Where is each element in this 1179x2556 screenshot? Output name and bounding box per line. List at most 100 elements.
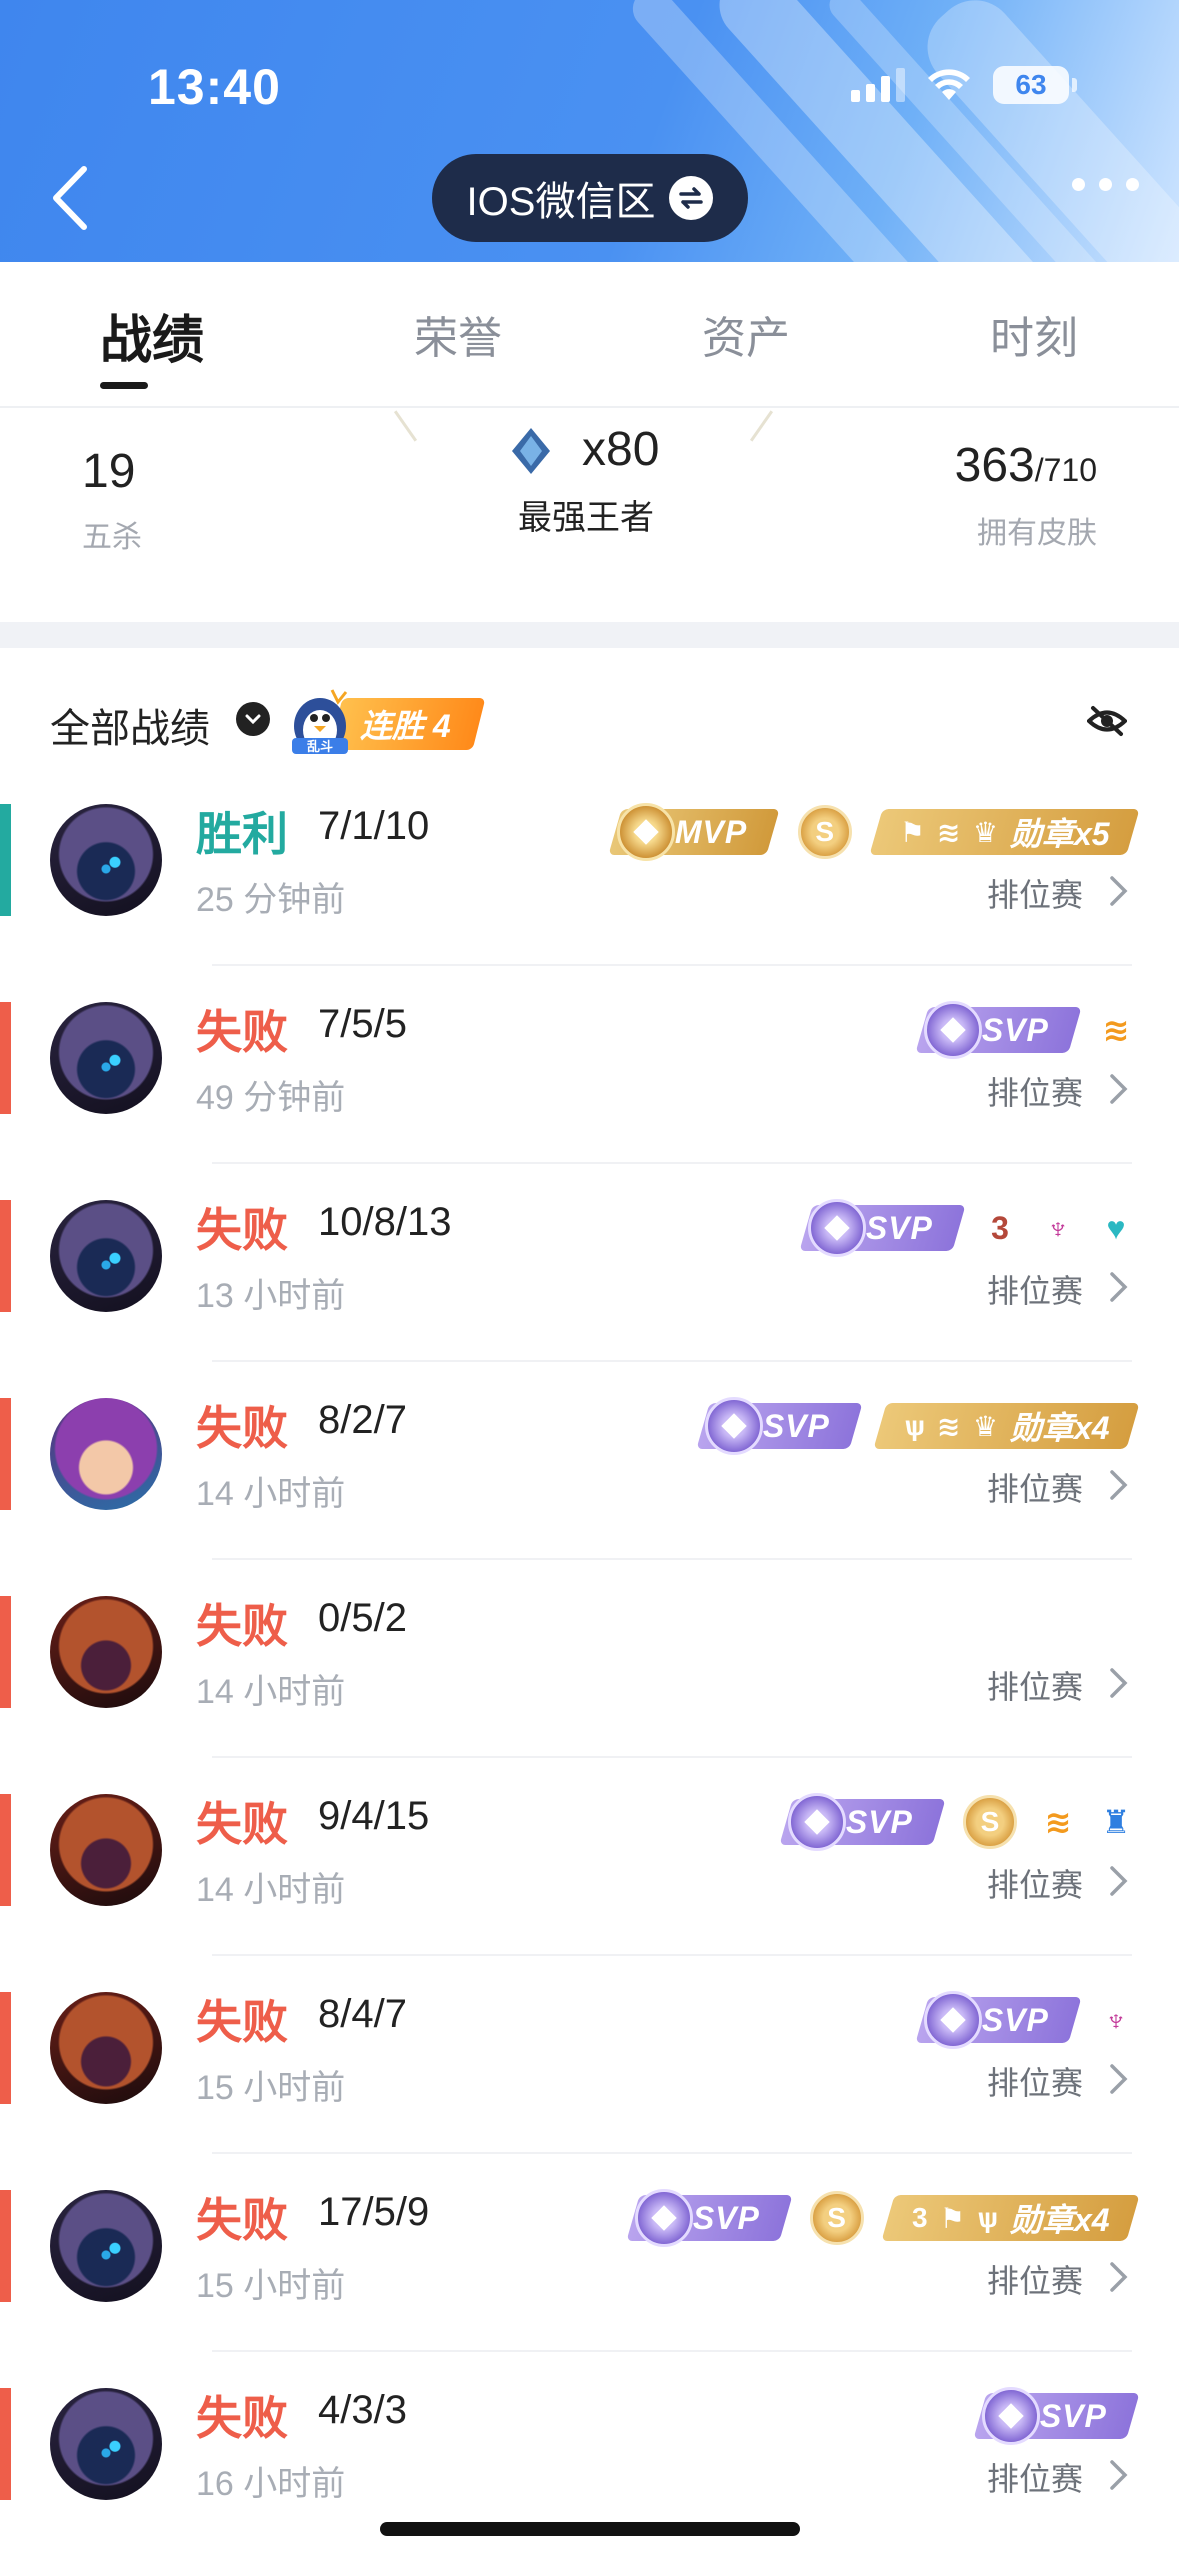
flag-icon: ⚑	[899, 816, 925, 848]
skin-owned: 363	[954, 439, 1035, 492]
streak-text: 连胜 4	[360, 708, 451, 744]
result-bar	[0, 1794, 11, 1906]
match-row[interactable]: 失败 17/5/9 15 小时前 排位赛 SVP S 3 ⚑ ѱ 勋章x4	[0, 2189, 1179, 2388]
chevron-right-icon	[1110, 2064, 1128, 2094]
king-count: x80	[582, 423, 660, 476]
wings-icon: ѱ	[976, 2202, 998, 2233]
streak-mode-text: 乱斗	[307, 739, 333, 755]
wings-icon: ѱ	[903, 1410, 925, 1441]
match-badges: SVP S 3 ⚑ ѱ 勋章x4	[625, 2189, 1140, 2247]
match-row[interactable]: 失败 9/4/15 14 小时前 排位赛 SVP S ≋ ♜	[0, 1793, 1179, 1992]
triple-kill-icon: 3	[991, 1209, 1009, 1246]
tab-honor[interactable]: 荣誉	[414, 302, 502, 366]
tab-assets[interactable]: 资产	[702, 302, 790, 366]
match-result: 胜利	[196, 808, 288, 860]
chevron-right-icon	[1110, 2460, 1128, 2490]
match-badges: MVP S ⚑ ≋ ♛ 勋章x5	[608, 803, 1140, 861]
match-time: 16 小时前	[196, 2465, 346, 2503]
match-result: 失败	[196, 1600, 288, 1652]
server-label: IOS微信区	[466, 180, 656, 224]
match-mode: 排位赛	[986, 1867, 1083, 1903]
pentakill-count: 19	[82, 445, 136, 498]
match-time: 15 小时前	[196, 2069, 346, 2107]
hero-avatar	[50, 804, 162, 916]
match-mode: 排位赛	[986, 2263, 1083, 2299]
match-row[interactable]: 失败 7/5/5 49 分钟前 排位赛 SVP ≋	[0, 1001, 1179, 1200]
match-time: 25 分钟前	[196, 881, 346, 919]
coin-badge-icon: S	[797, 805, 852, 859]
match-kda: 9/4/15	[318, 1794, 430, 1838]
match-time: 14 小时前	[196, 1871, 346, 1909]
tab-moments[interactable]: 时刻	[990, 302, 1078, 366]
svp-badge: SVP	[973, 2387, 1140, 2445]
svp-orb-icon	[923, 1001, 982, 1059]
result-bar	[0, 1002, 11, 1114]
match-result: 失败	[196, 2392, 288, 2444]
match-mode: 排位赛	[986, 1669, 1083, 1705]
more-dot	[1126, 178, 1139, 191]
coins-icon: ≋	[1044, 1804, 1072, 1840]
chevron-right-icon	[1110, 1272, 1128, 1302]
match-mode: 排位赛	[986, 1075, 1083, 1111]
match-row[interactable]: 胜利 7/1/10 25 分钟前 排位赛 MVP S ⚑ ≋ ♛ 勋章x5	[0, 803, 1179, 1002]
svp-badge: SVP	[779, 1793, 946, 1851]
home-indicator[interactable]	[380, 2522, 800, 2536]
svp-orb-icon	[981, 2387, 1040, 2445]
svp-orb-icon	[787, 1793, 846, 1851]
coins-icon: ≋	[936, 1410, 961, 1442]
svp-orb-icon	[807, 1199, 866, 1257]
match-kda: 0/5/2	[318, 1596, 407, 1640]
hero-avatar	[50, 1200, 162, 1312]
match-mode: 排位赛	[986, 2461, 1083, 2497]
penguin-mascot-icon: 乱斗	[292, 689, 348, 755]
tab-bar: 战绩 荣誉 资产 时刻	[0, 262, 1179, 408]
chevron-right-icon	[1110, 2262, 1128, 2292]
mvp-badge: MVP	[608, 803, 781, 861]
hero-avatar	[50, 1596, 162, 1708]
match-badges: SVP ≋	[915, 1001, 1133, 1059]
match-mode: 排位赛	[986, 1273, 1083, 1309]
skin-total: /710	[1034, 452, 1097, 488]
svp-orb-icon	[634, 2189, 693, 2247]
flag-icon: ⚑	[939, 2202, 965, 2234]
match-mode: 排位赛	[986, 877, 1083, 913]
server-switch-button[interactable]: IOS微信区	[432, 154, 748, 242]
more-dot	[1072, 178, 1085, 191]
match-badges: SVP ѱ ≋ ♛ 勋章x4	[696, 1397, 1140, 1455]
chevron-right-icon	[1110, 1470, 1128, 1500]
chevron-right-icon	[1110, 876, 1128, 906]
tab-records[interactable]: 战绩	[100, 298, 204, 373]
hero-avatar	[50, 2190, 162, 2302]
heart-plus-icon: ♥	[1106, 1209, 1126, 1246]
skin-count: 363 /710	[955, 438, 1097, 493]
chevron-down-icon[interactable]	[236, 702, 270, 736]
row-separator	[212, 1756, 1132, 1758]
match-kda: 7/1/10	[318, 804, 430, 848]
more-button[interactable]	[1072, 178, 1139, 191]
stats-summary: 19 五杀 x80 最强王者 363 /710 拥有皮肤	[0, 408, 1179, 622]
filter-dropdown-label[interactable]: 全部战绩	[50, 696, 210, 754]
hide-eye-icon[interactable]	[1087, 704, 1127, 738]
filter-row: 全部战绩 连胜 4 乱斗	[0, 648, 1179, 798]
crown-icon: ♛	[972, 816, 998, 848]
row-separator	[212, 1558, 1132, 1560]
demon-icon: ♆	[1046, 1209, 1070, 1246]
match-result: 失败	[196, 1402, 288, 1454]
back-button[interactable]	[40, 160, 100, 236]
match-time: 14 小时前	[196, 1673, 346, 1711]
match-result: 失败	[196, 2194, 288, 2246]
match-row[interactable]: 失败 10/8/13 13 小时前 排位赛 SVP 3 ♆ ♥	[0, 1199, 1179, 1398]
hero-avatar	[50, 1794, 162, 1906]
decor-line	[749, 410, 774, 442]
king-rank-icon	[512, 428, 550, 474]
match-kda: 7/5/5	[318, 1002, 407, 1046]
app-header: 13:40 63 IOS微信区	[0, 0, 1179, 262]
match-row[interactable]: 失败 8/4/7 15 小时前 排位赛 SVP ♆	[0, 1991, 1179, 2190]
match-row[interactable]: 失败 0/5/2 14 小时前 排位赛	[0, 1596, 1179, 1794]
match-row[interactable]: 失败 8/2/7 14 小时前 排位赛 SVP ѱ ≋ ♛ 勋章x4	[0, 1397, 1179, 1596]
chevron-right-icon	[1110, 1074, 1128, 1104]
row-separator	[212, 2350, 1132, 2352]
pentakill-label: 五杀	[82, 521, 142, 554]
coins-icon: ≋	[1102, 1012, 1130, 1048]
status-time: 13:40	[148, 59, 281, 115]
